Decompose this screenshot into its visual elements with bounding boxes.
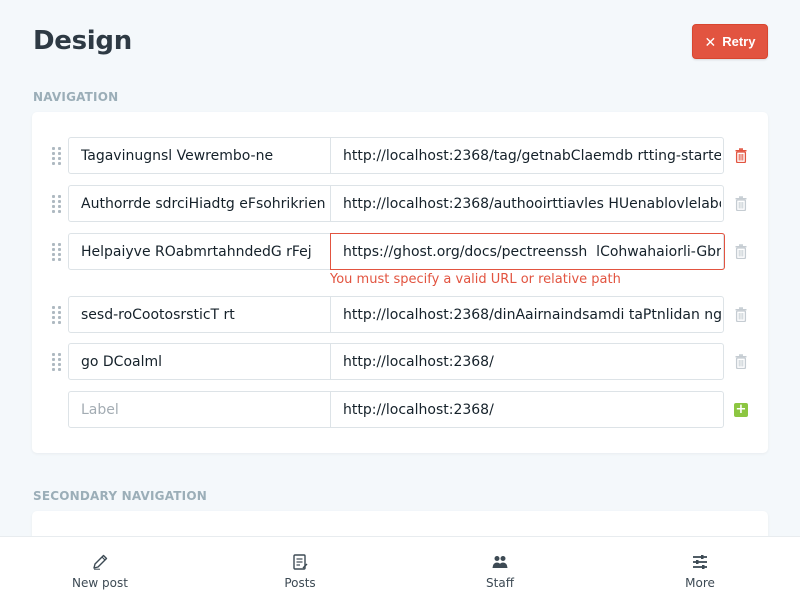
nav-label-input[interactable] xyxy=(69,186,327,221)
drag-handle-icon[interactable] xyxy=(52,353,61,371)
close-icon: ✕ xyxy=(704,33,717,50)
nav-item-inputs xyxy=(68,185,724,222)
new-label-input[interactable] xyxy=(69,392,327,427)
nav-label-input[interactable] xyxy=(69,138,327,173)
retry-button[interactable]: ✕ Retry xyxy=(692,24,768,59)
nav-item-inputs xyxy=(68,233,725,270)
nav-label-input[interactable] xyxy=(69,297,327,332)
bottom-nav-label: More xyxy=(685,576,715,590)
retry-label: Retry xyxy=(722,34,756,49)
navigation-card: You must specify a valid URL or relative… xyxy=(32,112,768,453)
more-icon xyxy=(693,555,707,569)
nav-item-inputs xyxy=(68,137,724,174)
delete-button[interactable] xyxy=(733,353,749,370)
bottom-navigation: New post Posts Staff More xyxy=(0,536,800,600)
delete-button[interactable] xyxy=(733,243,749,260)
drag-handle-icon[interactable] xyxy=(52,306,61,324)
delete-button[interactable] xyxy=(733,306,749,323)
bottom-nav-label: Staff xyxy=(486,576,514,590)
nav-label-input[interactable] xyxy=(69,344,327,379)
nav-url-input[interactable] xyxy=(331,297,721,332)
pencil-icon xyxy=(93,554,108,570)
bottom-nav-label: Posts xyxy=(284,576,316,590)
nav-item-inputs xyxy=(68,343,724,380)
trash-icon xyxy=(735,196,747,211)
posts-icon xyxy=(293,554,308,570)
trash-icon xyxy=(735,244,747,259)
bottom-nav-posts[interactable]: Posts xyxy=(200,537,400,600)
drag-handle-icon[interactable] xyxy=(52,195,61,213)
navigation-section-label: NAVIGATION xyxy=(33,90,119,104)
nav-item-row xyxy=(32,185,768,222)
plus-icon: + xyxy=(734,401,748,417)
nav-url-input[interactable] xyxy=(331,186,721,221)
bottom-nav-label: New post xyxy=(72,576,128,590)
nav-item-inputs xyxy=(68,296,724,333)
staff-icon xyxy=(492,556,508,568)
nav-item-row: You must specify a valid URL or relative… xyxy=(32,233,768,287)
nav-url-input[interactable] xyxy=(331,138,721,173)
trash-icon xyxy=(735,354,747,369)
nav-url-input[interactable] xyxy=(331,234,721,269)
trash-icon xyxy=(735,148,747,163)
bottom-nav-staff[interactable]: Staff xyxy=(400,537,600,600)
nav-item-row xyxy=(32,296,768,333)
trash-icon xyxy=(735,307,747,322)
nav-label-input[interactable] xyxy=(69,234,327,269)
page-title: Design xyxy=(33,26,132,56)
add-item-button[interactable]: + xyxy=(733,401,749,418)
nav-url-input[interactable] xyxy=(331,344,721,379)
new-nav-item-inputs xyxy=(68,391,724,428)
new-url-input[interactable] xyxy=(331,392,721,427)
nav-item-row xyxy=(32,343,768,380)
delete-button[interactable] xyxy=(733,147,749,164)
url-error-message: You must specify a valid URL or relative… xyxy=(330,272,621,287)
bottom-nav-more[interactable]: More xyxy=(600,537,800,600)
secondary-navigation-section-label: SECONDARY NAVIGATION xyxy=(33,489,207,503)
delete-button[interactable] xyxy=(733,195,749,212)
drag-handle-icon[interactable] xyxy=(52,243,61,261)
drag-handle-icon[interactable] xyxy=(52,147,61,165)
bottom-nav-new-post[interactable]: New post xyxy=(0,537,200,600)
nav-item-row xyxy=(32,137,768,174)
new-nav-item-row: + xyxy=(32,391,768,428)
